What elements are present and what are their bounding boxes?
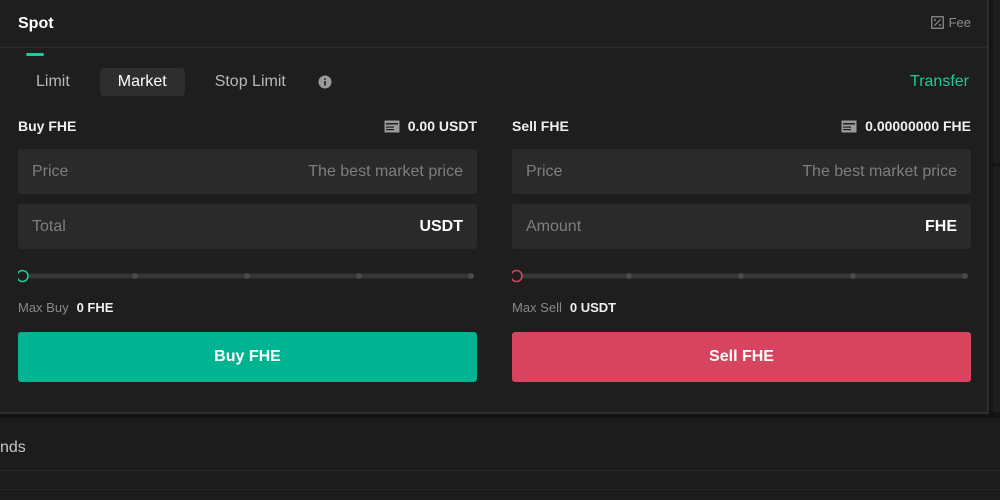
wallet-icon [841,120,857,132]
tab-limit[interactable]: Limit [18,68,88,96]
order-type-tabs: Limit Market Stop Limit [18,68,332,96]
buy-title: Buy FHE [18,118,77,134]
bottom-divider [0,470,1000,471]
buy-price-hint: The best market price [308,162,463,180]
fee-label: Fee [948,15,971,30]
buy-total-input[interactable]: Total USDT [18,204,477,249]
sell-column: Sell FHE 0.00000000 FHE Price The best m… [512,112,971,382]
bottom-divider [0,489,1000,490]
buy-max-row: Max Buy 0 FHE [18,300,477,315]
sell-header: Sell FHE 0.00000000 FHE [512,112,971,140]
buy-max-value: 0 FHE [76,300,114,315]
fee-percent-icon [930,16,944,29]
buy-column: Buy FHE 0.00 USDT Price The best market … [18,112,477,382]
right-panel-segment [993,167,1000,412]
fee-link[interactable]: Fee [930,15,971,30]
sell-amount-unit: FHE [925,217,957,235]
buy-button[interactable]: Buy FHE [18,332,477,382]
right-panel-segment [993,0,1000,163]
buy-slider-handle[interactable] [18,269,29,283]
sell-slider-handle[interactable] [512,269,523,283]
buy-total-unit: USDT [419,217,463,235]
sell-amount-label: Amount [526,217,582,235]
sell-max-row: Max Sell 0 USDT [512,300,971,315]
buy-price-label: Price [32,162,69,180]
sell-balance: 0.00000000 FHE [841,118,971,134]
panel-header: Spot Fee [0,0,989,48]
buy-header: Buy FHE 0.00 USDT [18,112,477,140]
sell-balance-value: 0.00000000 FHE [865,118,971,134]
buy-max-label: Max Buy [18,300,69,315]
sell-price-field[interactable]: Price The best market price [512,149,971,194]
buy-balance: 0.00 USDT [384,118,477,134]
sell-max-value: 0 USDT [569,300,617,315]
bottom-panel: nds [0,418,1000,500]
sell-amount-input[interactable]: Amount FHE [512,204,971,249]
spot-tab-indicator [26,53,44,56]
sell-button[interactable]: Sell FHE [512,332,971,382]
buy-price-field[interactable]: Price The best market price [18,149,477,194]
bottom-tab-label[interactable]: nds [0,439,26,457]
sell-max-label: Max Sell [512,300,562,315]
tab-market[interactable]: Market [99,68,185,96]
sell-title: Sell FHE [512,118,569,134]
buy-balance-value: 0.00 USDT [407,118,477,134]
buy-total-label: Total [32,217,66,235]
transfer-link[interactable]: Transfer [910,73,969,91]
sell-percent-slider[interactable] [512,266,971,286]
tab-spot[interactable]: Spot [18,15,54,33]
right-panel-edge [991,0,1000,414]
sell-price-label: Price [526,162,563,180]
info-icon[interactable] [318,75,332,89]
buy-percent-slider[interactable] [18,266,477,286]
tab-stop-limit[interactable]: Stop Limit [197,68,304,96]
wallet-icon [384,120,400,132]
spot-trade-panel: Spot Fee Limit Market Stop Limit Transfe… [0,0,989,414]
sell-price-hint: The best market price [802,162,957,180]
